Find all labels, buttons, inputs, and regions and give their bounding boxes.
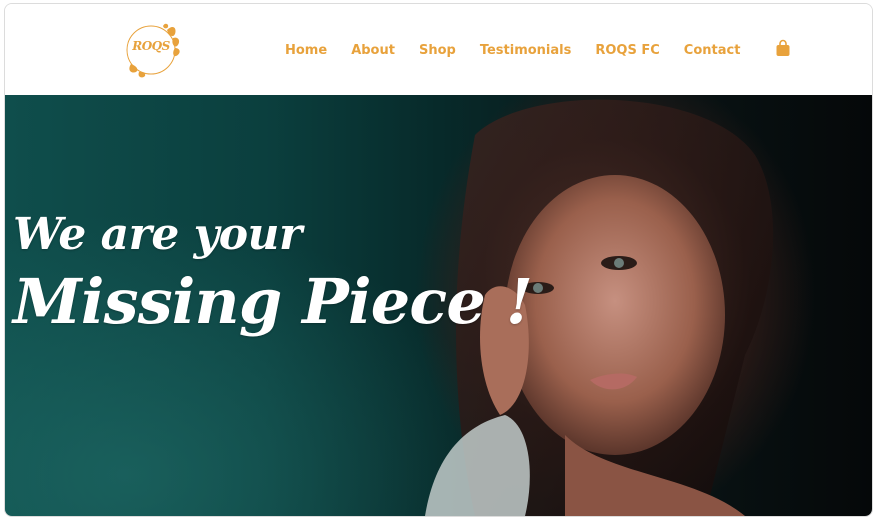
nav-testimonials[interactable]: Testimonials (480, 43, 572, 58)
brand-logo[interactable]: ROQS (123, 20, 183, 80)
nav-shop[interactable]: Shop (419, 43, 456, 58)
hero-headline: We are your Missing Piece ! (13, 209, 533, 338)
nav-roqs-fc[interactable]: ROQS FC (595, 43, 659, 58)
shopping-bag-icon (776, 39, 790, 56)
logo-text: ROQS (132, 39, 170, 53)
nav-home[interactable]: Home (285, 43, 327, 58)
browser-frame: ROQS Home About Shop Testimonials ROQS F… (4, 3, 873, 517)
site-header: ROQS Home About Shop Testimonials ROQS F… (5, 4, 872, 96)
hero-headline-line1: We are your (13, 209, 302, 260)
nav-contact[interactable]: Contact (684, 43, 741, 58)
nav-about[interactable]: About (351, 43, 395, 58)
main-nav: Home About Shop Testimonials ROQS FC Con… (285, 40, 740, 60)
cart-button[interactable] (775, 39, 791, 57)
hero-banner: We are your Missing Piece ! (5, 95, 872, 516)
hero-headline-line2: Missing Piece ! (13, 265, 533, 338)
